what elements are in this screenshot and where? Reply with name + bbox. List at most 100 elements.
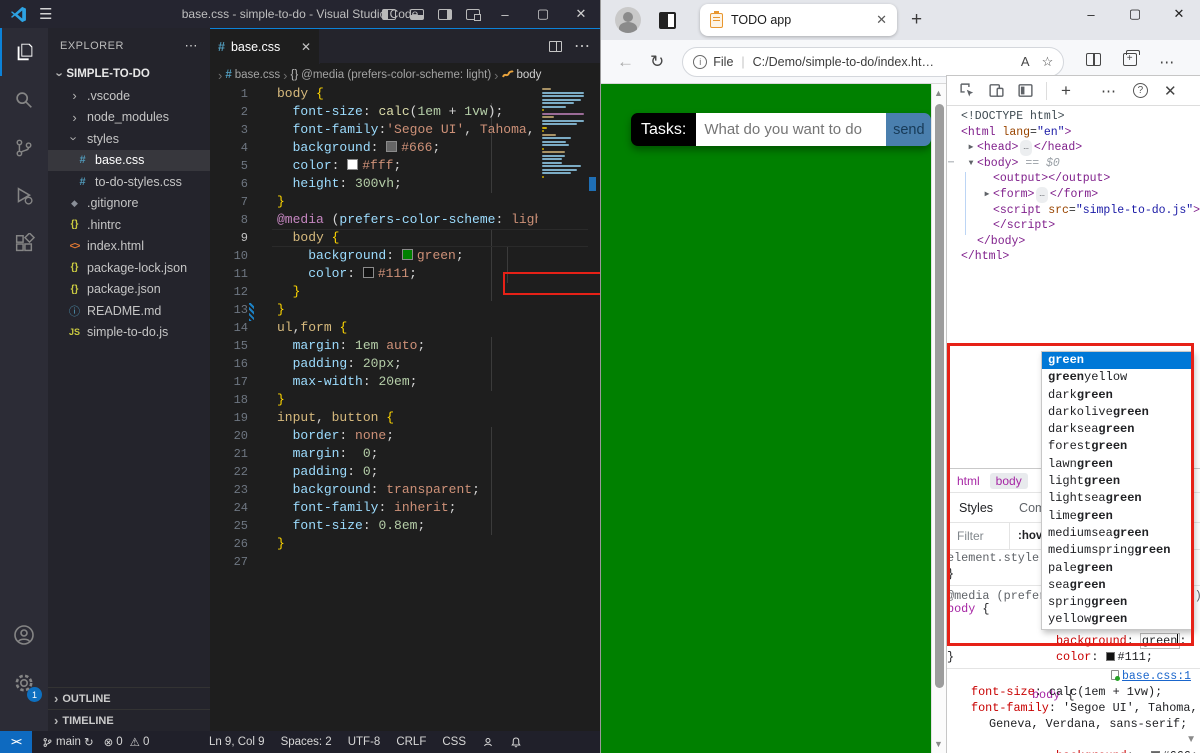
expand-icon[interactable]: ▶ bbox=[965, 140, 977, 156]
tab-actions-icon[interactable] bbox=[659, 12, 676, 29]
settings-gear-icon[interactable]: 1 bbox=[0, 659, 48, 707]
autocomplete-option-forestgreen[interactable]: forestgreen bbox=[1042, 438, 1192, 455]
vscode-minimize-button[interactable]: – bbox=[486, 0, 524, 28]
font-family-declaration[interactable]: font-family: 'Segoe UI', Tahoma, bbox=[947, 700, 1200, 716]
code-line-16[interactable]: 16 padding: 20px; bbox=[210, 355, 600, 373]
code-line-18[interactable]: 18} bbox=[210, 391, 600, 409]
project-root-folder[interactable]: › SIMPLE-TO-DO bbox=[48, 63, 210, 85]
device-emulation-icon[interactable] bbox=[988, 82, 1005, 99]
tab-base-css[interactable]: # base.css ✕ bbox=[210, 29, 320, 64]
explorer-item-to-do-styles.css[interactable]: #to-do-styles.css bbox=[48, 171, 210, 193]
code-line-25[interactable]: 25 font-size: 0.8em; bbox=[210, 517, 600, 535]
back-button[interactable]: ← bbox=[617, 52, 634, 72]
expand-icon[interactable]: ▶ bbox=[981, 187, 993, 203]
send-button[interactable]: send bbox=[886, 113, 931, 146]
dom-node[interactable]: </script> bbox=[947, 218, 1200, 234]
explorer-item-simple-to-do.js[interactable]: JSsimple-to-do.js bbox=[48, 322, 210, 344]
explorer-item-.hintrc[interactable]: {}.hintrc bbox=[48, 214, 210, 236]
color-swatch[interactable] bbox=[402, 249, 413, 260]
dom-node[interactable]: ▶<form>…</form> bbox=[947, 187, 1200, 203]
accounts-icon[interactable] bbox=[0, 611, 48, 659]
explorer-item-.gitignore[interactable]: ◆.gitignore bbox=[48, 193, 210, 215]
code-line-24[interactable]: 24 font-family: inherit; bbox=[210, 499, 600, 517]
dom-node[interactable]: ▶<head>…</head> bbox=[947, 140, 1200, 156]
dom-node-menu-icon[interactable]: ⋯ bbox=[948, 156, 953, 172]
add-panel-icon[interactable]: + bbox=[1061, 81, 1071, 101]
dom-node[interactable]: <script src="simple-to-do.js"> bbox=[947, 203, 1200, 219]
color-declaration[interactable]: color: #111; bbox=[947, 633, 1200, 649]
browser-minimize-button[interactable]: – bbox=[1069, 0, 1113, 28]
dom-node[interactable]: ⋯▼<body> == $0 bbox=[947, 156, 1200, 172]
explorer-item-package-lock.json[interactable]: {}package-lock.json bbox=[48, 257, 210, 279]
autocomplete-option-darkolivegreen[interactable]: darkolivegreen bbox=[1042, 404, 1192, 421]
collapse-icon[interactable]: ▼ bbox=[965, 156, 977, 172]
favorites-star-icon[interactable]: ☆ bbox=[1042, 54, 1054, 70]
code-line-26[interactable]: 26} bbox=[210, 535, 600, 553]
explorer-item-styles[interactable]: ›styles bbox=[48, 128, 210, 150]
vscode-maximize-button[interactable]: ▢ bbox=[524, 0, 562, 28]
toggle-secondary-sidebar-icon[interactable] bbox=[438, 9, 452, 20]
eol-indicator[interactable]: CRLF bbox=[396, 736, 426, 748]
browser-close-button[interactable]: ✕ bbox=[1157, 0, 1200, 28]
autocomplete-option-green[interactable]: green bbox=[1042, 352, 1192, 369]
autocomplete-option-limegreen[interactable]: limegreen bbox=[1042, 508, 1192, 525]
cursor-position[interactable]: Ln 9, Col 9 bbox=[209, 736, 265, 748]
browser-settings-dots-icon[interactable]: ⋯ bbox=[1159, 53, 1175, 71]
explorer-item-node_modules[interactable]: ›node_modules bbox=[48, 107, 210, 129]
color-swatch[interactable] bbox=[347, 159, 358, 170]
dom-node[interactable]: <output></output> bbox=[947, 171, 1200, 187]
devtools-close-icon[interactable]: ✕ bbox=[1164, 82, 1177, 100]
explorer-item-index.html[interactable]: <>index.html bbox=[48, 236, 210, 258]
task-input[interactable] bbox=[696, 113, 886, 146]
language-indicator[interactable]: CSS bbox=[442, 736, 466, 748]
styles-filter-input[interactable]: Filter bbox=[947, 529, 1009, 543]
code-editor[interactable]: 1body {2 font-size: calc(1em + 1vw);3 fo… bbox=[210, 85, 600, 731]
profile-avatar[interactable] bbox=[615, 7, 641, 33]
minimap[interactable] bbox=[538, 85, 588, 215]
split-screen-icon[interactable] bbox=[1086, 53, 1101, 66]
help-icon[interactable]: ? bbox=[1133, 83, 1148, 98]
dom-tree[interactable]: <!DOCTYPE html><html lang="en">▶<head>…<… bbox=[947, 109, 1200, 265]
browser-maximize-button[interactable]: ▢ bbox=[1113, 0, 1157, 28]
autocomplete-option-yellowgreen[interactable]: yellowgreen bbox=[1042, 611, 1192, 628]
autocomplete-option-darkgreen[interactable]: darkgreen bbox=[1042, 387, 1192, 404]
autocomplete-option-mediumseagreen[interactable]: mediumseagreen bbox=[1042, 525, 1192, 542]
code-line-19[interactable]: 19input, button { bbox=[210, 409, 600, 427]
problems-indicator[interactable]: ⊗0 ⚠0 bbox=[104, 735, 150, 749]
code-line-23[interactable]: 23 background: transparent; bbox=[210, 481, 600, 499]
scroll-up-icon[interactable]: ▲ bbox=[934, 88, 943, 98]
explorer-activity-icon[interactable] bbox=[0, 28, 48, 76]
customize-layout-icon[interactable] bbox=[466, 9, 480, 20]
new-tab-button[interactable]: + bbox=[911, 9, 922, 31]
page-info-icon[interactable]: i bbox=[693, 55, 707, 69]
remote-indicator[interactable]: >< bbox=[0, 731, 32, 753]
dock-side-icon[interactable] bbox=[1017, 82, 1034, 99]
source-control-activity-icon[interactable] bbox=[0, 124, 48, 172]
vscode-close-button[interactable]: ✕ bbox=[562, 0, 600, 28]
editor-more-actions-icon[interactable]: ⋯ bbox=[574, 36, 590, 56]
collections-icon[interactable] bbox=[1123, 53, 1137, 66]
dom-node[interactable]: <!DOCTYPE html> bbox=[947, 109, 1200, 125]
autocomplete-option-lightseagreen[interactable]: lightseagreen bbox=[1042, 490, 1192, 507]
color-swatch[interactable] bbox=[363, 267, 374, 278]
dom-node[interactable]: <html lang="en"> bbox=[947, 125, 1200, 141]
explorer-item-README.md[interactable]: ⓘREADME.md bbox=[48, 300, 210, 322]
code-line-22[interactable]: 22 padding: 0; bbox=[210, 463, 600, 481]
code-line-12[interactable]: 12 } bbox=[210, 283, 600, 301]
browser-tab-todo-app[interactable]: TODO app ✕ bbox=[700, 4, 897, 36]
autocomplete-option-lightgreen[interactable]: lightgreen bbox=[1042, 473, 1192, 490]
extensions-activity-icon[interactable] bbox=[0, 220, 48, 268]
breadcrumb[interactable]: › # base.css › {} @media (prefers-color-… bbox=[210, 63, 600, 87]
code-line-17[interactable]: 17 max-width: 20em; bbox=[210, 373, 600, 391]
toggle-panel-icon[interactable] bbox=[410, 9, 424, 20]
menu-icon[interactable]: ☰ bbox=[39, 5, 52, 23]
autocomplete-option-mediumspringgreen[interactable]: mediumspringgreen bbox=[1042, 542, 1192, 559]
explorer-more-actions-icon[interactable]: ⋯ bbox=[185, 38, 199, 54]
code-line-11[interactable]: 11 color: #111; bbox=[210, 265, 600, 283]
tab-close-icon[interactable]: ✕ bbox=[876, 12, 887, 28]
color-swatch[interactable] bbox=[386, 141, 397, 152]
code-line-13[interactable]: 13} bbox=[210, 301, 600, 319]
devtools-more-icon[interactable]: ⋯ bbox=[1101, 82, 1117, 100]
font-size-declaration[interactable]: font-size: calc(1em + 1vw); bbox=[947, 684, 1200, 700]
feedback-icon[interactable] bbox=[482, 736, 494, 748]
